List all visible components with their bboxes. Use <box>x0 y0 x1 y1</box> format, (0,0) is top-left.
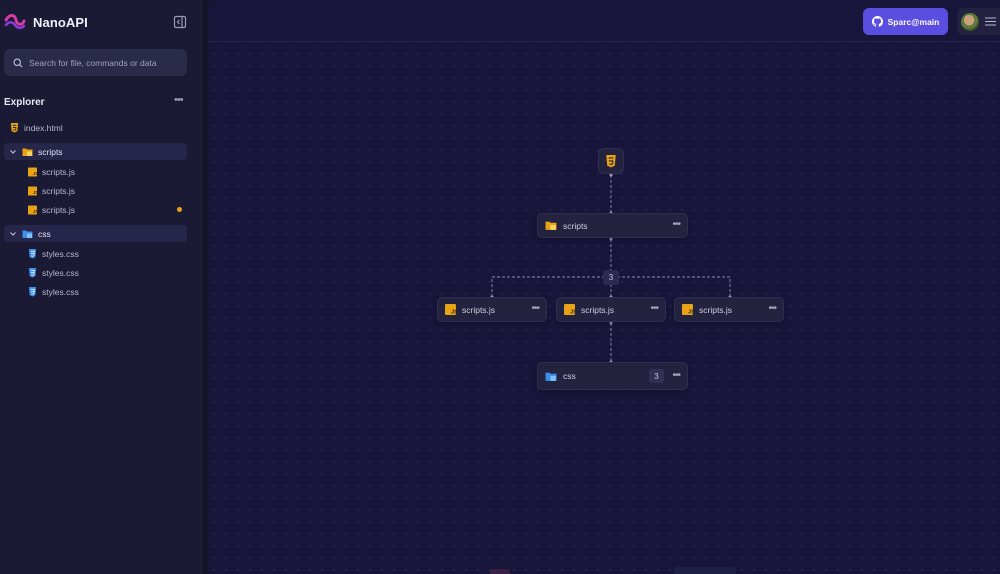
search-input[interactable] <box>29 57 179 68</box>
brand[interactable]: NanoAPI <box>4 12 88 32</box>
svg-text:JS: JS <box>688 309 693 315</box>
node-label: css <box>563 371 576 381</box>
css3-icon <box>28 267 37 277</box>
js-file-icon: JS <box>445 304 456 315</box>
js-file-icon: JS <box>28 167 37 176</box>
bottom-toolbar-edge <box>674 567 736 574</box>
chevron-down-icon[interactable] <box>9 230 17 238</box>
node-more-icon[interactable]: ••• <box>531 304 539 314</box>
avatar[interactable] <box>961 12 979 31</box>
collapse-sidebar-icon[interactable] <box>172 14 188 30</box>
tree-item-label: scripts.js <box>42 166 76 177</box>
nanoapi-logo-icon <box>4 14 26 30</box>
chevron-down-icon[interactable] <box>9 148 17 156</box>
node-label: scripts.js <box>699 304 733 315</box>
css3-icon <box>28 248 37 258</box>
tree-file-styles-css[interactable]: styles.css <box>28 264 79 281</box>
js-file-icon: JS <box>28 205 37 214</box>
graph-node-scripts-js[interactable]: JS scripts.js ••• <box>437 297 547 322</box>
tree-item-label: scripts <box>38 146 63 157</box>
graph-node-scripts[interactable]: scripts ••• <box>537 213 688 238</box>
tree-item-label: styles.css <box>42 267 79 278</box>
js-folder-icon <box>22 148 33 156</box>
html5-icon <box>10 122 19 132</box>
svg-text:JS: JS <box>33 209 37 214</box>
bottom-toolbar-edge <box>490 569 510 574</box>
node-label: scripts <box>563 220 588 231</box>
node-more-icon[interactable]: ••• <box>672 220 680 230</box>
node-more-icon[interactable]: ••• <box>768 304 776 314</box>
node-label: scripts.js <box>581 304 615 315</box>
modified-indicator <box>177 207 182 212</box>
tree-item-label: scripts.js <box>42 185 76 196</box>
tree-file-scripts-js[interactable]: JS scripts.js <box>28 201 75 218</box>
graph-canvas[interactable] <box>208 0 1000 574</box>
explorer-more-icon[interactable]: ••• <box>174 95 188 106</box>
svg-text:JS: JS <box>570 309 575 315</box>
svg-text:JS: JS <box>33 190 37 195</box>
tree-item-label: index.html <box>24 122 63 133</box>
html5-icon <box>606 154 616 167</box>
search-bar[interactable] <box>4 49 187 76</box>
tree-item-label: scripts.js <box>42 204 76 215</box>
svg-text:JS: JS <box>451 309 456 315</box>
tree-item-label: styles.css <box>42 286 79 297</box>
js-file-icon: JS <box>564 304 575 315</box>
css-folder-icon <box>545 372 557 381</box>
tree-folder-css[interactable]: css <box>4 225 187 242</box>
hamburger-menu-icon[interactable] <box>985 17 996 26</box>
js-file-icon: JS <box>28 186 37 195</box>
sidebar: NanoAPI Explorer ••• index.html scripts … <box>0 0 202 574</box>
graph-root-node[interactable] <box>598 148 624 174</box>
js-folder-icon <box>545 221 557 230</box>
github-branch-button[interactable]: Sparc@main <box>863 8 948 35</box>
css-folder-icon <box>22 230 33 238</box>
node-more-icon[interactable]: ••• <box>672 371 680 381</box>
tree-file-index-html[interactable]: index.html <box>10 119 63 136</box>
explorer-title: Explorer <box>4 97 45 108</box>
tree-file-styles-css[interactable]: styles.css <box>28 245 79 262</box>
js-file-icon: JS <box>682 304 693 315</box>
node-label: scripts.js <box>462 304 496 315</box>
graph-node-scripts-js[interactable]: JS scripts.js ••• <box>674 297 784 322</box>
svg-text:JS: JS <box>33 171 37 176</box>
css3-icon <box>28 286 37 296</box>
github-branch-label: Sparc@main <box>887 16 940 27</box>
user-menu[interactable] <box>957 8 1000 35</box>
tree-file-styles-css[interactable]: styles.css <box>28 283 79 300</box>
node-more-icon[interactable]: ••• <box>650 304 658 314</box>
tree-folder-scripts[interactable]: scripts <box>4 143 187 160</box>
node-count-badge: 3 <box>649 369 664 383</box>
search-icon <box>13 57 23 67</box>
github-icon <box>871 16 883 27</box>
graph-node-css[interactable]: css 3 ••• <box>537 362 688 390</box>
graph-node-scripts-js[interactable]: JS scripts.js ••• <box>556 297 666 322</box>
tree-item-label: css <box>38 228 51 239</box>
tree-file-scripts-js[interactable]: JS scripts.js <box>28 163 75 180</box>
app-name: NanoAPI <box>33 14 88 30</box>
tree-item-label: styles.css <box>42 248 79 259</box>
branch-count-badge: 3 <box>603 270 619 285</box>
tree-file-scripts-js[interactable]: JS scripts.js <box>28 182 75 199</box>
